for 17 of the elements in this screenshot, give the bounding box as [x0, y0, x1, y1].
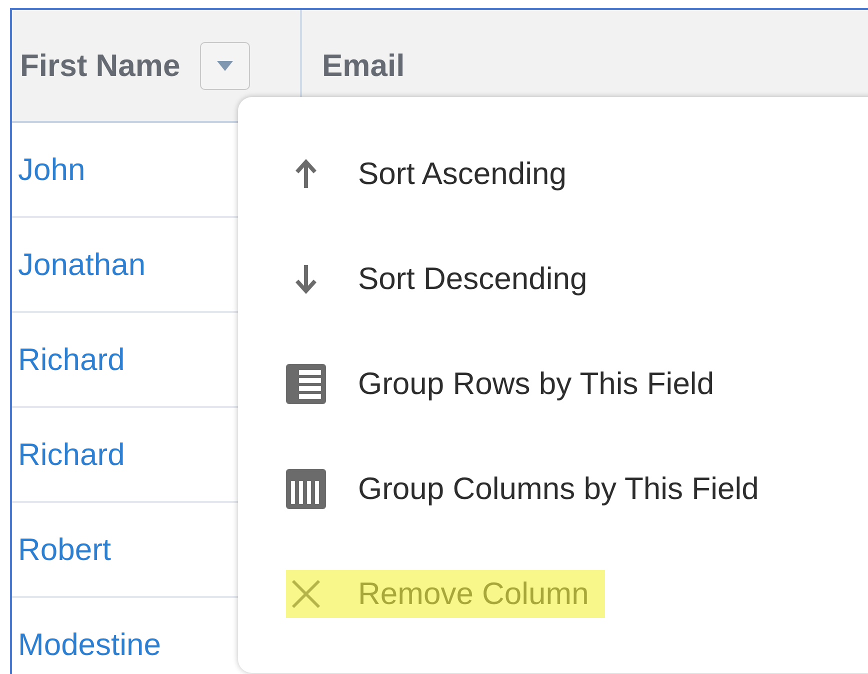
menu-item[interactable]: Remove Column [286, 570, 605, 618]
name-link[interactable]: Richard [18, 342, 125, 378]
column-header[interactable]: First Name [20, 48, 180, 84]
menu-item[interactable]: Group Columns by This Field [286, 465, 775, 513]
triangle-down-icon [217, 60, 234, 70]
menu-item[interactable]: Sort Descending [286, 255, 604, 303]
name-link[interactable]: John [18, 152, 86, 188]
column-menu-button[interactable] [200, 42, 250, 90]
menu-item[interactable]: Sort Ascending [286, 150, 583, 198]
menu-item[interactable]: Group Rows by This Field [286, 360, 730, 408]
name-link[interactable]: Modestine [18, 626, 162, 662]
list-icon [286, 364, 326, 404]
name-link[interactable]: Robert [18, 532, 112, 568]
name-link[interactable]: Richard [18, 436, 125, 472]
column-header[interactable]: Email [322, 48, 405, 84]
columns-icon [286, 469, 326, 509]
name-link[interactable]: Jonathan [18, 246, 146, 282]
